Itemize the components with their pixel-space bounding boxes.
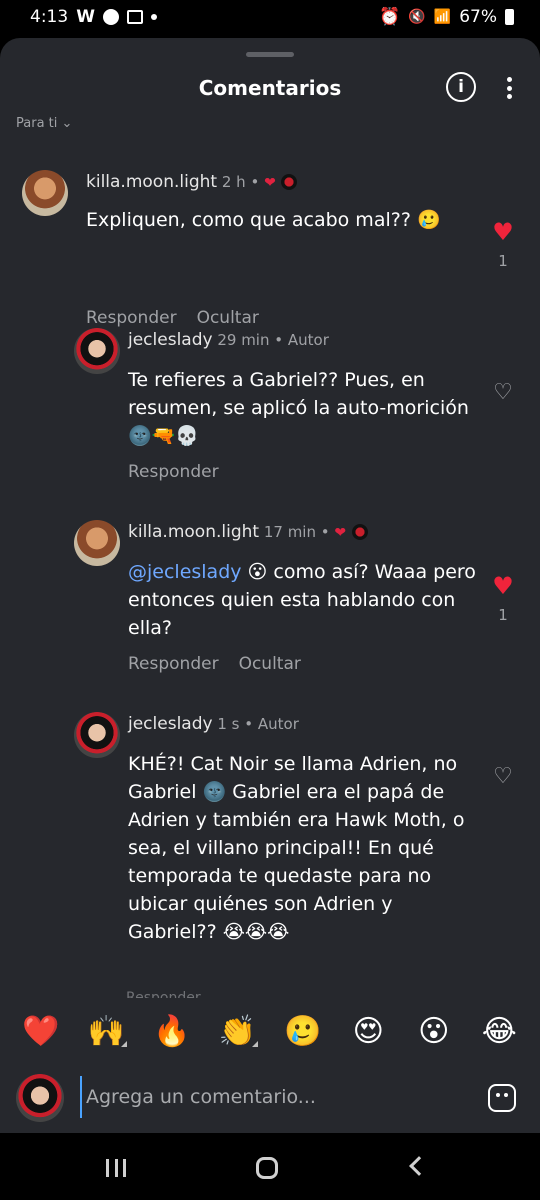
like-button[interactable]: ♥ 1 xyxy=(488,572,518,624)
gallery-icon xyxy=(126,10,143,24)
like-button[interactable]: ♡ xyxy=(488,764,518,789)
like-button[interactable]: ♡ xyxy=(488,380,518,405)
creator-liked-heart-icon: ❤ xyxy=(334,525,347,541)
heart-outline-icon: ♡ xyxy=(493,380,513,405)
emoji-reaction-bar: ❤️ 🙌 🔥 👏 🥲 😍 😮 😂 xyxy=(0,1000,540,1062)
emoji-raised-hands-button[interactable]: 🙌 xyxy=(81,1014,131,1049)
like-count: 1 xyxy=(498,252,508,270)
avatar[interactable] xyxy=(74,328,120,374)
status-carrier: W xyxy=(76,7,95,27)
reply-button[interactable]: Responder xyxy=(128,462,219,482)
comment-time: 1 s xyxy=(217,715,240,733)
emoji-tear-smile-button[interactable]: 🥲 xyxy=(278,1014,328,1049)
comment-username[interactable]: killa.moon.light xyxy=(128,522,259,542)
info-icon[interactable]: i xyxy=(446,72,476,102)
emoji-clap-button[interactable]: 👏 xyxy=(212,1014,262,1049)
comment-text: Expliquen, como que acabo mal?? 🥲 xyxy=(86,209,441,231)
emoji-surprised-button[interactable]: 😮 xyxy=(409,1014,459,1049)
comment-text: KHÉ?! Cat Noir se llama Adrien, no Gabri… xyxy=(128,753,465,943)
sort-selector[interactable]: Para ti ⌄ xyxy=(16,116,72,130)
sticker-icon[interactable] xyxy=(488,1084,516,1112)
comment-composer xyxy=(0,1062,540,1133)
creator-liked-heart-icon: ❤ xyxy=(264,175,276,191)
comment-username[interactable]: jecleslady xyxy=(128,330,213,350)
creator-avatar-mini xyxy=(281,174,298,190)
comment-text: @jecleslady 😮 como así? Waaa pero entonc… xyxy=(128,561,476,639)
battery-icon xyxy=(505,9,514,25)
reply-button-partial[interactable]: Responder xyxy=(126,990,201,998)
wifi-icon: 📶 xyxy=(433,9,452,25)
more-options-icon[interactable] xyxy=(498,74,520,102)
emoji-heart-button[interactable]: ❤️ xyxy=(16,1014,66,1049)
heart-filled-icon: ♥ xyxy=(492,572,514,600)
like-count: 1 xyxy=(498,606,508,624)
hide-button[interactable]: Ocultar xyxy=(197,308,259,328)
author-badge: Autor xyxy=(257,715,299,733)
heart-outline-icon: ♡ xyxy=(493,764,513,789)
like-button[interactable]: ♥ 1 xyxy=(488,218,518,270)
account-icon xyxy=(102,9,119,25)
mute-icon: 🔇 xyxy=(408,9,426,25)
comment-time: 2 h xyxy=(221,173,246,191)
creator-avatar-mini xyxy=(351,524,368,540)
alarm-icon: ⏰ xyxy=(379,7,401,27)
notification-dot-icon xyxy=(150,14,157,20)
hide-button[interactable]: Ocultar xyxy=(239,654,301,674)
comment-time: 17 min xyxy=(263,523,316,541)
comment-text: Te refieres a Gabriel?? Pues, en resumen… xyxy=(128,369,469,447)
system-nav-bar xyxy=(0,1133,540,1200)
author-badge: Autor xyxy=(287,331,329,349)
mention-link[interactable]: @jecleslady xyxy=(128,561,242,583)
comment-time: 29 min xyxy=(217,331,270,349)
status-battery: 67% xyxy=(459,7,497,27)
comments-sheet: Comentarios i Para ti ⌄ killa.moon.light… xyxy=(0,38,540,1133)
recent-apps-icon[interactable] xyxy=(106,1159,126,1177)
home-icon[interactable] xyxy=(256,1157,278,1179)
comment-username[interactable]: jecleslady xyxy=(128,714,213,734)
my-avatar xyxy=(16,1074,64,1122)
heart-filled-icon: ♥ xyxy=(492,218,514,246)
avatar[interactable] xyxy=(74,712,120,758)
reply-button[interactable]: Responder xyxy=(86,308,177,328)
drag-handle[interactable] xyxy=(246,52,294,57)
comment-username[interactable]: killa.moon.light xyxy=(86,172,217,192)
avatar[interactable] xyxy=(22,170,68,216)
status-bar: 4:13 W ⏰ 🔇 📶 67% xyxy=(0,0,540,38)
emoji-laugh-button[interactable]: 😂 xyxy=(474,1014,524,1049)
reply-button[interactable]: Responder xyxy=(128,654,219,674)
avatar[interactable] xyxy=(74,520,120,566)
emoji-heart-eyes-button[interactable]: 😍 xyxy=(343,1014,393,1049)
emoji-fire-button[interactable]: 🔥 xyxy=(147,1014,197,1049)
back-icon[interactable] xyxy=(409,1156,429,1176)
status-time: 4:13 xyxy=(30,7,69,27)
comment-input[interactable] xyxy=(80,1076,460,1118)
